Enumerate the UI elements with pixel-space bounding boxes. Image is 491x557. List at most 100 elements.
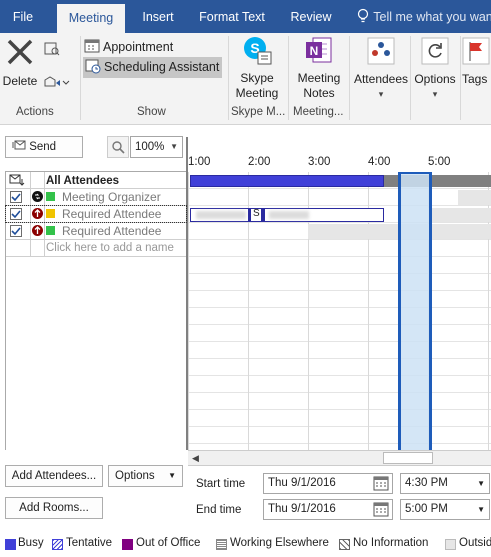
time-header: 1:00 2:00 3:00 4:00 5:00: [188, 137, 491, 172]
legend-working-elsewhere-swatch: [216, 539, 227, 550]
ribbon-tab-bar: File Meeting Insert Format Text Review T…: [0, 0, 491, 33]
show-group-label: Show: [137, 106, 166, 118]
scheduling-assistant-button[interactable]: Scheduling Assistant: [83, 57, 222, 78]
organizer-icon: [31, 190, 44, 206]
scroll-left-icon[interactable]: ◀: [192, 453, 199, 464]
meeting-selection-top: [398, 172, 432, 174]
refresh-icon: [421, 37, 449, 65]
options-ribbon-button[interactable]: Options ▾: [411, 37, 459, 102]
busy-subject: S: [253, 208, 260, 219]
all-attendees-busy-bar: [190, 175, 384, 187]
start-date-value: Thu 9/1/2016: [268, 477, 336, 489]
chevron-down-icon: ▼: [477, 500, 485, 519]
chevron-down-icon: ▼: [168, 466, 176, 486]
actions-group-label: Actions: [16, 106, 54, 118]
start-time-label: Start time: [196, 478, 245, 490]
zoom-search-button[interactable]: [107, 136, 129, 158]
mail-header-icon: [9, 173, 25, 190]
legend-no-information-label: No Information: [353, 537, 428, 549]
time-label-5: 5:00: [428, 156, 450, 168]
tags-button[interactable]: Tags: [462, 37, 491, 87]
freebusy-grid[interactable]: S: [188, 172, 491, 450]
end-time-select[interactable]: 5:00 PM ▼: [400, 499, 490, 520]
status-free-icon: [46, 192, 55, 201]
legend-tentative-swatch: [52, 539, 63, 550]
meeting-time-selection[interactable]: [398, 172, 432, 450]
scheduling-assistant-label: Scheduling Assistant: [104, 60, 219, 74]
scrollbar-thumb[interactable]: [383, 452, 433, 464]
legend-outside-label: Outside: [459, 537, 491, 549]
time-label-3: 3:00: [308, 156, 330, 168]
legend-busy-swatch: [5, 539, 16, 550]
tab-insert[interactable]: Insert: [133, 0, 183, 33]
legend-outside-swatch: [445, 539, 456, 550]
calendar-icon[interactable]: [373, 502, 389, 517]
tab-file[interactable]: File: [0, 0, 46, 33]
add-attendees-button[interactable]: Add Attendees...: [5, 465, 103, 487]
onenote-icon: N: [303, 35, 335, 67]
legend-no-information-swatch: [339, 539, 350, 550]
attendee-name-2[interactable]: Required Attendee: [62, 207, 161, 221]
options-ribbon-label: Options: [411, 72, 459, 87]
chevron-down-icon: ▼: [170, 137, 178, 157]
end-time-label: End time: [196, 504, 241, 516]
tell-me-label: Tell me what you want to do: [373, 10, 491, 24]
end-time-value: 5:00 PM: [405, 503, 448, 515]
add-attendee-input[interactable]: Click here to add a name: [46, 242, 174, 254]
legend-out-of-office-label: Out of Office: [136, 537, 200, 549]
ribbon: Delete Actions Appointment Scheduling As…: [0, 33, 491, 125]
zoom-value: 100%: [135, 141, 164, 153]
required-attendee-icon: [31, 224, 44, 240]
delete-button[interactable]: Delete: [2, 37, 38, 95]
tell-me-search[interactable]: Tell me what you want to do: [356, 0, 491, 33]
send-icon: [12, 139, 26, 151]
chevron-down-icon: ▼: [477, 474, 485, 493]
skype-meeting-button[interactable]: S Skype Meeting: [231, 35, 283, 101]
end-date-field[interactable]: Thu 9/1/2016: [263, 499, 393, 520]
tab-format-text[interactable]: Format Text: [190, 0, 274, 33]
attendees-icon: [367, 37, 395, 65]
start-time-select[interactable]: 4:30 PM ▼: [400, 473, 490, 494]
horizontal-scrollbar[interactable]: ◀: [188, 450, 491, 466]
add-rooms-button[interactable]: Add Rooms...: [5, 497, 103, 519]
skype-group-label: Skype M...: [231, 106, 285, 118]
attendee-checkbox-1[interactable]: [10, 191, 22, 203]
appointment-icon: [84, 38, 100, 54]
meeting-notes-label-1: Meeting: [292, 71, 346, 86]
appointment-button[interactable]: Appointment: [84, 37, 184, 57]
organizer-outside-bar: [458, 190, 491, 205]
send-label: Send: [29, 141, 56, 153]
skype-label-2: Meeting: [231, 86, 283, 101]
attendee-name-3[interactable]: Required Attendee: [62, 224, 161, 238]
attendee-name-1[interactable]: Meeting Organizer: [62, 190, 161, 204]
legend-tentative-label: Tentative: [66, 537, 112, 549]
delete-label: Delete: [2, 74, 38, 89]
attendees-dropdown-icon: ▾: [353, 87, 409, 102]
start-time-value: 4:30 PM: [405, 477, 448, 489]
tags-label: Tags: [462, 72, 491, 87]
attendee-2-busy-bar: S: [190, 208, 384, 222]
send-button[interactable]: Send: [5, 136, 83, 158]
status-tentative-icon: [46, 209, 55, 218]
calendar-icon[interactable]: [373, 476, 389, 491]
meeting-notes-group-label: Meeting...: [293, 106, 344, 118]
start-date-field[interactable]: Thu 9/1/2016: [263, 473, 393, 494]
attendee-list: All Attendees Meeting Organizer Required…: [6, 172, 186, 450]
options-label: Options: [115, 470, 155, 482]
attendees-button[interactable]: Attendees ▾: [353, 37, 409, 102]
tab-review[interactable]: Review: [282, 0, 340, 33]
legend-busy-label: Busy: [18, 537, 44, 549]
calendar-forward-icon[interactable]: [44, 41, 60, 60]
svg-text:N: N: [310, 44, 319, 58]
zoom-select[interactable]: 100% ▼: [130, 136, 183, 158]
attendee-2-outside-bar: [428, 208, 491, 222]
meeting-notes-button[interactable]: N Meeting Notes: [292, 35, 346, 101]
delete-icon: [5, 37, 35, 67]
options-button[interactable]: Options ▼: [108, 465, 183, 487]
attendee-checkbox-3[interactable]: [10, 225, 22, 237]
attendee-checkbox-2[interactable]: [10, 208, 22, 220]
legend-working-elsewhere-label: Working Elsewhere: [230, 537, 329, 549]
tab-meeting[interactable]: Meeting: [57, 4, 125, 33]
time-label-2: 2:00: [248, 156, 270, 168]
forward-dropdown-icon[interactable]: [43, 75, 71, 92]
